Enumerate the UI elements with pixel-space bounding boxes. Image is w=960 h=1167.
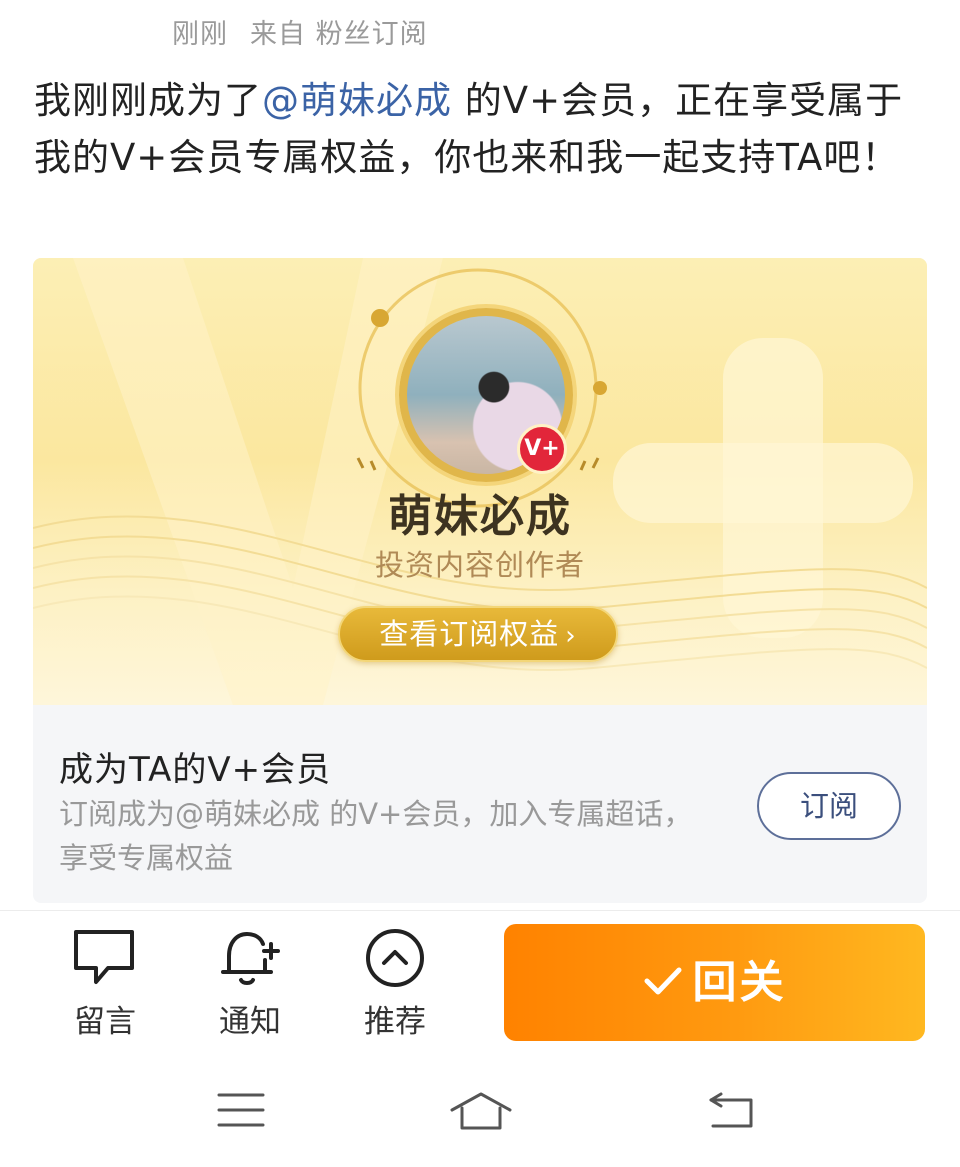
post-source: 来自 粉丝订阅 [250,19,428,50]
subscribe-button[interactable]: 订阅 [757,772,901,840]
bell-plus-icon [221,931,280,985]
comment-label: 留言 [74,1004,136,1040]
vplus-badge: V+ [517,424,567,474]
vplus-banner[interactable]: V+ 萌妹必成 投资内容创作者 查看订阅权益 › [33,258,927,705]
chevron-right-icon: › [565,621,577,651]
subscribe-title: 成为TA的V+会员 [59,750,332,790]
recommend-button[interactable]: 推荐 [340,926,450,1041]
chevron-up-circle-icon [366,929,424,987]
post-text: 我刚刚成为了@萌妹必成 的V+会员，正在享受属于我的V+会员专属权益，你也来和我… [34,72,914,186]
recommend-label: 推荐 [364,1004,426,1040]
post-time: 刚刚 [172,19,228,50]
home-icon[interactable] [448,1090,514,1134]
view-benefits-button[interactable]: 查看订阅权益 › [338,606,618,662]
creator-role: 投资内容创作者 [374,548,585,582]
follow-back-label: 回关 [692,957,787,1008]
post-text-before: 我刚刚成为了 [34,79,262,122]
subscribe-description: 订阅成为@萌妹必成 的V+会员，加入专属超话，享受专属权益 [59,797,693,875]
mention-link[interactable]: @萌妹必成 [262,79,452,122]
menu-icon[interactable] [216,1090,266,1130]
vplus-card[interactable]: V+ 萌妹必成 投资内容创作者 查看订阅权益 › 成为TA的V+会员 订阅成为@萌… [33,258,927,903]
creator-name: 萌妹必成 [388,491,572,542]
comment-button[interactable]: 留言 [50,926,160,1041]
notify-label: 通知 [219,1004,281,1040]
notify-button[interactable]: 通知 [195,926,305,1041]
view-benefits-label: 查看订阅权益 [379,617,560,651]
post-meta: 刚刚 来自 粉丝订阅 [172,12,428,51]
follow-back-button[interactable]: 回关 [504,924,925,1041]
divider [0,910,960,911]
comment-icon [74,930,134,984]
back-icon[interactable] [707,1090,757,1130]
check-icon [644,967,681,995]
